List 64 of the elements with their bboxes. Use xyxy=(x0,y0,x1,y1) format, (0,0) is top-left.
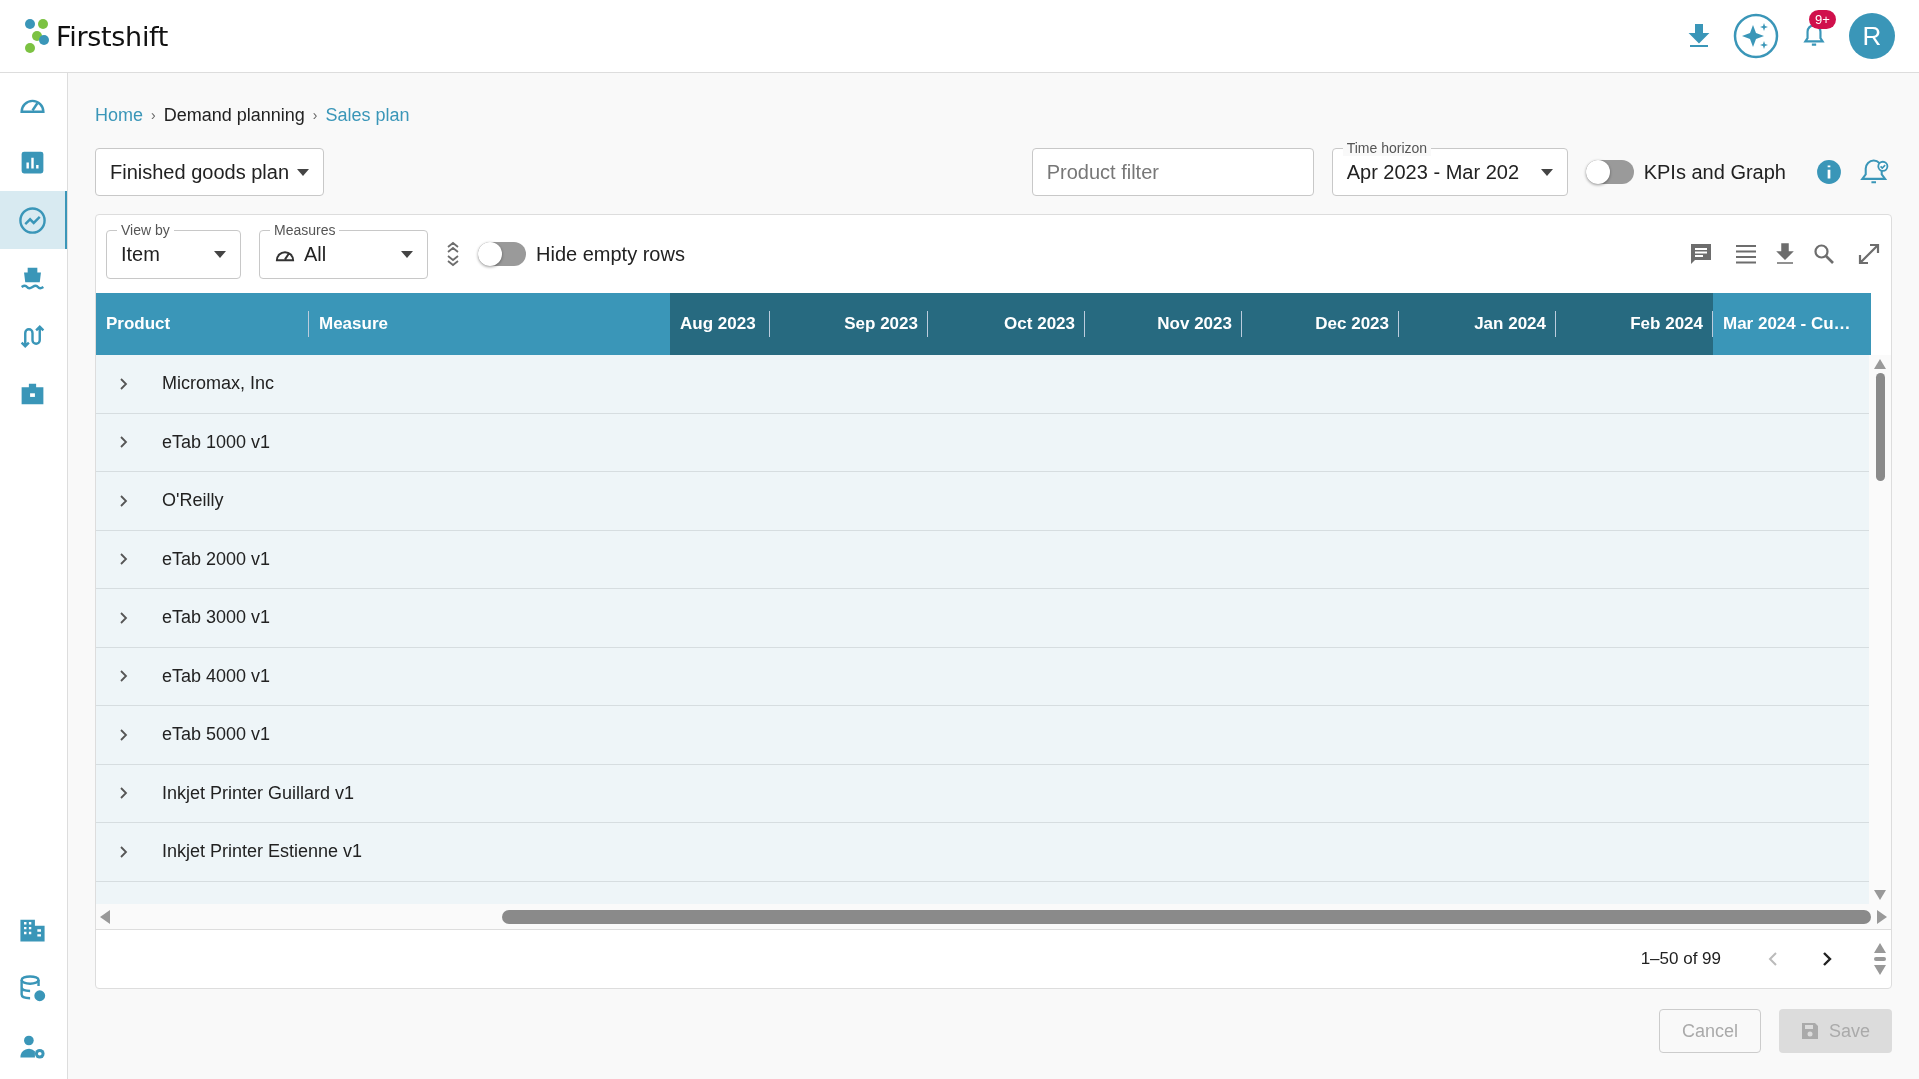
scroll-up-icon[interactable] xyxy=(1874,943,1886,953)
product-name: eTab 1000 v1 xyxy=(162,431,271,453)
column-header[interactable]: Sep 2023 xyxy=(770,293,928,355)
column-header[interactable]: Jan 2024 xyxy=(1399,293,1556,355)
column-header[interactable]: Dec 2023 xyxy=(1242,293,1399,355)
product-filter-field[interactable]: Product filter xyxy=(1031,148,1314,196)
product-name: O'Reilly xyxy=(162,490,224,512)
breadcrumb-link[interactable]: Sales plan xyxy=(325,104,410,126)
expand-collapse-icon[interactable] xyxy=(446,241,460,267)
scroll-thumb[interactable] xyxy=(502,909,1871,924)
product-name: eTab 5000 v1 xyxy=(162,724,271,746)
breadcrumb-link[interactable]: Home xyxy=(95,104,143,126)
database-gear-icon xyxy=(18,973,47,1003)
column-header[interactable]: Product xyxy=(96,293,309,355)
product-name: Inkjet Printer Guillard v1 xyxy=(162,782,355,804)
user-avatar[interactable]: R xyxy=(1849,13,1895,59)
column-header[interactable]: Mar 2024 - Cu… xyxy=(1713,293,1871,355)
info-icon[interactable] xyxy=(1816,159,1842,185)
toggle-switch[interactable] xyxy=(1585,160,1634,184)
scroll-left-icon[interactable] xyxy=(100,909,110,924)
scroll-down-icon[interactable] xyxy=(1874,965,1886,975)
field-label: Time horizon xyxy=(1342,140,1432,156)
product-name: eTab 4000 v1 xyxy=(162,665,271,687)
column-header[interactable]: Aug 2023 xyxy=(670,293,770,355)
toggle-label: KPIs and Graph xyxy=(1643,160,1786,184)
vertical-scrollbar[interactable] xyxy=(1869,355,1891,904)
logo-icon xyxy=(24,18,50,54)
trend-icon xyxy=(18,205,47,235)
breadcrumb-separator: › xyxy=(312,107,318,123)
pagination-range: 1–50 of 99 xyxy=(1640,949,1721,969)
column-header[interactable]: Measure xyxy=(309,293,670,355)
dropdown-caret-icon xyxy=(214,250,226,258)
scroll-right-icon[interactable] xyxy=(1877,909,1887,924)
toggle-switch[interactable] xyxy=(478,242,526,266)
scroll-up-icon[interactable] xyxy=(1874,359,1886,369)
horizontal-scrollbar[interactable] xyxy=(96,904,1891,930)
breadcrumb-link[interactable]: Demand planning xyxy=(163,104,305,126)
floppy-icon xyxy=(1800,1022,1819,1040)
column-header[interactable]: Oct 2023 xyxy=(928,293,1085,355)
download-icon[interactable] xyxy=(1775,243,1795,265)
list-icon[interactable] xyxy=(1735,243,1757,265)
scroll-thumb[interactable] xyxy=(1875,373,1885,481)
field-label: View by xyxy=(117,221,174,238)
comment-icon[interactable] xyxy=(1689,242,1713,266)
toggle-label: Hide empty rows xyxy=(536,242,685,266)
product-name: eTab 3000 v1 xyxy=(162,607,271,629)
scroll-down-icon[interactable] xyxy=(1874,890,1886,900)
column-header[interactable]: Feb 2024 xyxy=(1556,293,1713,355)
product-name: eTab 2000 v1 xyxy=(162,548,271,570)
logo-text: Firstshift xyxy=(56,20,169,52)
dropdown-caret-icon xyxy=(401,250,413,258)
sidebar-item[interactable] xyxy=(0,191,67,249)
product-name: Inkjet Printer Estienne v1 xyxy=(162,841,363,863)
dropdown-caret-icon xyxy=(1540,168,1553,176)
notification-badge: 9+ xyxy=(1809,10,1836,29)
sparkle-icon[interactable] xyxy=(1733,13,1779,59)
fullscreen-icon[interactable] xyxy=(1857,242,1881,266)
breadcrumb-separator: › xyxy=(151,107,156,123)
column-header[interactable]: Nov 2023 xyxy=(1085,293,1242,355)
dropdown-caret-icon xyxy=(297,168,309,176)
search-icon[interactable] xyxy=(1813,243,1835,265)
download-icon[interactable] xyxy=(1687,23,1711,49)
plan-select[interactable]: Finished goods plan xyxy=(95,148,324,196)
product-name: Micromax, Inc xyxy=(162,373,275,395)
